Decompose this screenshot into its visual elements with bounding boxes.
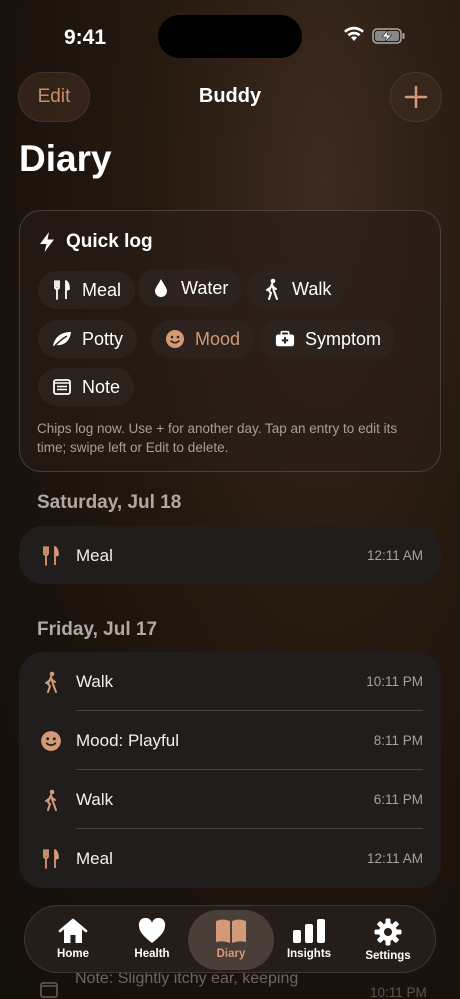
entry-label: Walk xyxy=(76,671,114,691)
tab-diary[interactable]: Diary xyxy=(188,910,274,970)
note-icon xyxy=(40,982,58,998)
smile-icon xyxy=(166,330,184,348)
fork-knife-icon xyxy=(43,849,59,869)
day-header: Saturday, Jul 18 xyxy=(37,492,182,513)
quick-log-title: Quick log xyxy=(66,231,153,252)
bolt-icon xyxy=(40,232,54,252)
chip-potty[interactable]: Potty xyxy=(38,320,138,358)
entry-label: Mood: Playful xyxy=(76,730,179,750)
entry-time: 10:11 PM xyxy=(366,674,423,689)
chip-label: Meal xyxy=(82,279,122,300)
house-icon xyxy=(58,918,88,943)
entry-time: 12:11 AM xyxy=(366,851,423,866)
walk-icon xyxy=(266,278,278,300)
day-entries-group: Meal 12:11 AM xyxy=(19,526,441,584)
entry-label: Meal xyxy=(76,848,113,868)
entry-time: 12:11 AM xyxy=(366,548,423,563)
chip-walk[interactable]: Walk xyxy=(248,270,346,308)
walk-icon xyxy=(45,671,57,693)
peek-entry-time: 10:11 PM xyxy=(370,985,427,999)
entry-row[interactable]: Meal 12:11 AM xyxy=(19,526,441,584)
chip-water[interactable]: Water xyxy=(137,269,243,307)
book-icon xyxy=(216,919,246,943)
quick-log-header: Quick log xyxy=(38,231,153,253)
page-title: Diary xyxy=(19,138,112,179)
tab-insights[interactable]: Insights xyxy=(268,910,350,970)
fork-knife-icon xyxy=(54,280,70,300)
smile-icon xyxy=(41,731,61,751)
day-entries-group: Walk 10:11 PM Mood: Playful 8:11 PM Walk… xyxy=(19,652,441,888)
tab-label: Insights xyxy=(286,948,332,960)
tab-label: Home xyxy=(57,948,89,960)
chip-symptom[interactable]: Symptom xyxy=(261,320,396,358)
tab-label: Health xyxy=(134,948,170,960)
chip-note[interactable]: Note xyxy=(38,368,135,406)
chip-label: Potty xyxy=(82,328,124,349)
entry-row[interactable]: Meal 12:11 AM xyxy=(19,829,441,888)
chip-label: Note xyxy=(82,376,121,397)
status-bar: 9:41 xyxy=(0,0,460,70)
add-entry-button[interactable] xyxy=(390,72,442,122)
gear-icon xyxy=(374,918,402,946)
entry-label: Walk xyxy=(76,789,114,809)
bars-icon xyxy=(293,919,325,943)
leaf-icon xyxy=(53,332,71,348)
walk-icon xyxy=(45,789,57,811)
fork-knife-icon xyxy=(43,546,59,566)
dynamic-island xyxy=(158,15,302,58)
drop-icon xyxy=(155,279,167,297)
entry-row[interactable]: Walk 6:11 PM xyxy=(19,770,441,829)
tab-health[interactable]: Health xyxy=(111,910,193,970)
navigation-bar: Edit Buddy xyxy=(0,72,460,122)
quick-log-help-text: Chips log now. Use + for another day. Ta… xyxy=(37,421,398,455)
entry-row[interactable]: Mood: Playful 8:11 PM xyxy=(19,711,441,770)
entry-time: 8:11 PM xyxy=(373,733,423,748)
entry-time: 6:11 PM xyxy=(373,792,423,807)
entry-label: Meal xyxy=(76,545,113,565)
tab-label: Settings xyxy=(365,950,411,962)
quick-log-card: Quick log Meal Water Walk Potty Mood Sym… xyxy=(19,210,441,472)
chip-mood[interactable]: Mood xyxy=(151,320,255,358)
tab-label: Diary xyxy=(216,948,246,960)
day-header: Friday, Jul 17 xyxy=(37,619,158,640)
tab-home[interactable]: Home xyxy=(32,910,114,970)
tab-bar: Home Health Diary Insights Settings xyxy=(24,905,436,973)
heart-icon xyxy=(138,918,166,943)
plus-icon xyxy=(404,85,428,109)
chip-label: Walk xyxy=(292,278,332,299)
status-time: 9:41 xyxy=(64,26,107,49)
chip-label: Water xyxy=(181,277,229,298)
tab-settings[interactable]: Settings xyxy=(347,910,429,970)
note-icon xyxy=(53,379,71,395)
medkit-icon xyxy=(275,330,295,347)
wifi-icon xyxy=(344,26,364,41)
chip-label: Mood xyxy=(195,328,241,349)
battery-charging-icon xyxy=(372,28,405,44)
entry-row[interactable]: Walk 10:11 PM xyxy=(19,652,441,711)
chip-meal[interactable]: Meal xyxy=(38,271,136,309)
chip-label: Symptom xyxy=(305,328,382,349)
